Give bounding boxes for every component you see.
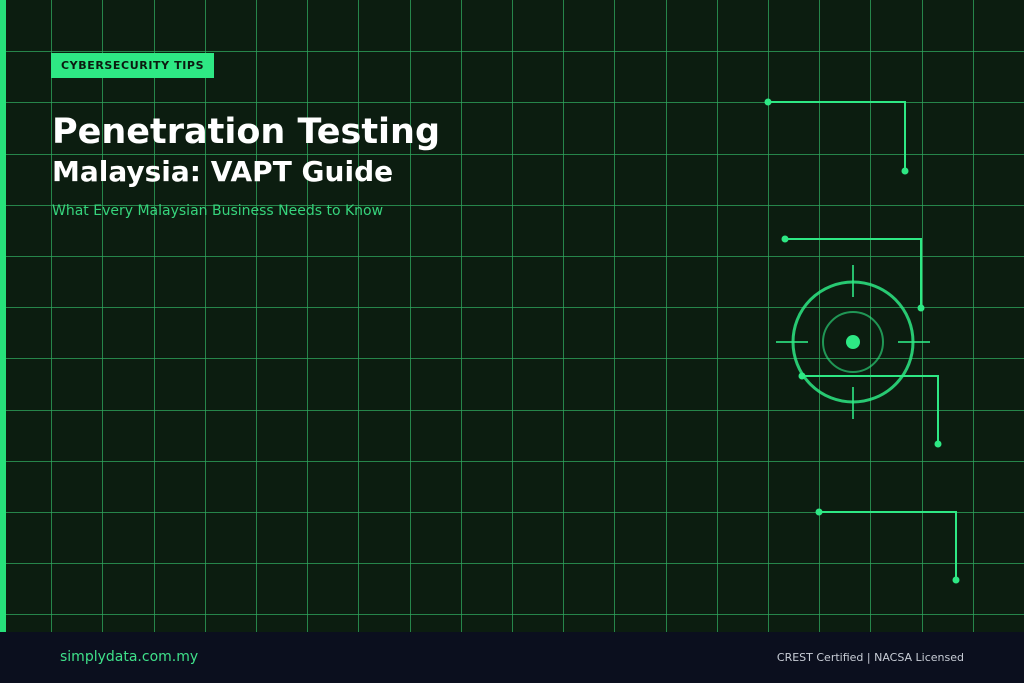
footer-certifications: CREST Certified | NACSA Licensed (776, 651, 964, 664)
crosshair-target-icon (776, 265, 930, 419)
hero-banner: CYBERSECURITY TIPS Penetration Testing M… (0, 0, 1024, 632)
footer-bar: simplydata.com.my CREST Certified | NACS… (0, 632, 1024, 683)
decorative-graphics (764, 98, 960, 584)
footer-domain-text: simplydata.com.my (60, 649, 199, 665)
